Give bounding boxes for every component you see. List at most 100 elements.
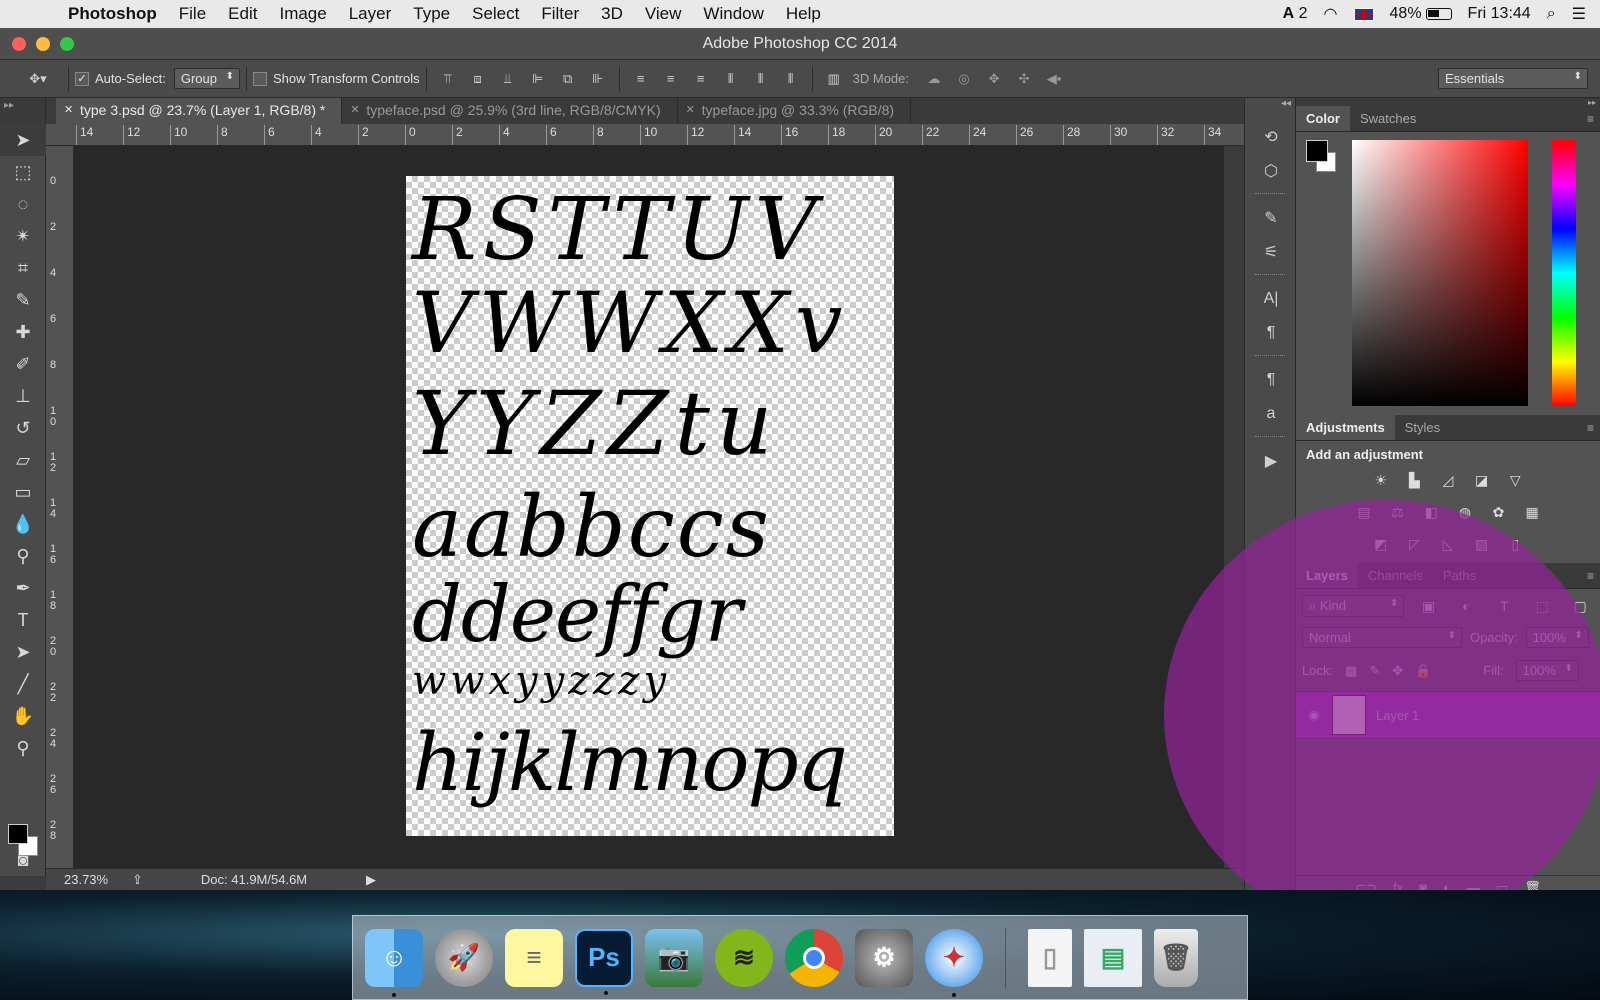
- photo-filter-icon[interactable]: ◍: [1454, 502, 1476, 522]
- clock[interactable]: Fri 13:44: [1468, 5, 1531, 23]
- downloads-stack-icon[interactable]: ▤: [1084, 928, 1142, 987]
- distribute-left-icon[interactable]: ⦀: [720, 69, 742, 89]
- menu-3d[interactable]: 3D: [590, 4, 634, 24]
- share-icon[interactable]: ⇪: [132, 872, 143, 888]
- menu-select[interactable]: Select: [461, 4, 530, 24]
- tab-layers[interactable]: Layers: [1296, 563, 1358, 588]
- close-tab-icon[interactable]: ✕: [64, 103, 73, 116]
- chrome-icon[interactable]: [785, 928, 843, 987]
- hand-tool-icon[interactable]: ✋: [0, 700, 46, 732]
- menu-file[interactable]: File: [168, 4, 217, 24]
- align-top-icon[interactable]: ⫪: [437, 69, 459, 89]
- menu-edit[interactable]: Edit: [217, 4, 268, 24]
- notes-icon[interactable]: ≡: [505, 928, 563, 987]
- lasso-tool-icon[interactable]: ◌: [0, 188, 46, 220]
- character-panel-icon[interactable]: A|: [1245, 282, 1297, 316]
- menu-view[interactable]: View: [634, 4, 693, 24]
- black-white-icon[interactable]: ◧: [1420, 502, 1442, 522]
- layer-filter-dropdown[interactable]: ⌕ Kind: [1302, 595, 1405, 617]
- notification-center-icon[interactable]: ☰: [1572, 4, 1586, 24]
- lock-transparent-icon[interactable]: ▩: [1345, 663, 1357, 679]
- iphoto-icon[interactable]: 📷: [645, 928, 703, 987]
- filter-type-icon[interactable]: T: [1494, 596, 1514, 616]
- levels-icon[interactable]: ▙: [1403, 470, 1425, 490]
- wifi-icon[interactable]: ◠: [1324, 4, 1338, 24]
- blur-tool-icon[interactable]: 💧: [0, 508, 46, 540]
- align-hcenter-icon[interactable]: ⧉: [557, 69, 579, 89]
- marquee-tool-icon[interactable]: ⬚: [0, 156, 46, 188]
- uk-flag-icon[interactable]: [1353, 7, 1374, 21]
- distribute-top-icon[interactable]: ≡: [630, 69, 652, 89]
- panels-collapse-icon[interactable]: ▸▸: [1296, 98, 1600, 107]
- dock-collapse-icon[interactable]: ◂◂: [1245, 98, 1295, 120]
- tab-adjustments[interactable]: Adjustments: [1296, 415, 1395, 440]
- menu-image[interactable]: Image: [268, 4, 337, 24]
- align-right-icon[interactable]: ⊪: [587, 69, 609, 89]
- lock-all-icon[interactable]: 🔒: [1415, 663, 1431, 679]
- panel-menu-icon[interactable]: ≡: [1587, 569, 1594, 583]
- tools-panel-header[interactable]: ▸▸: [0, 98, 46, 124]
- tab-swatches[interactable]: Swatches: [1350, 106, 1426, 131]
- crop-tool-icon[interactable]: ⌗: [0, 252, 46, 284]
- tab-type3-psd[interactable]: ✕ type 3.psd @ 23.7% (Layer 1, RGB/8) *: [56, 98, 343, 124]
- document-icon[interactable]: ▯: [1028, 928, 1072, 987]
- invert-icon[interactable]: ◩: [1370, 534, 1392, 554]
- paragraph-styles-icon[interactable]: ¶: [1245, 363, 1297, 397]
- horizontal-ruler[interactable]: 14 12 10 8 6 4 2 0 2 4 6 8 10 12 14 16 18 20 22 24 26 28 30 32 3…: [56, 124, 1244, 146]
- opacity-field[interactable]: 100%: [1525, 627, 1589, 648]
- transform-controls-checkbox[interactable]: [252, 71, 267, 86]
- battery-status[interactable]: 48%: [1390, 5, 1452, 23]
- document-canvas[interactable]: RSTTUV VWWXXv YYZZtu aabbccs ddeeffgr ww…: [406, 176, 894, 836]
- zoom-level[interactable]: 23.73%: [64, 872, 124, 887]
- menu-help[interactable]: Help: [775, 4, 832, 24]
- character-styles-icon[interactable]: a: [1245, 397, 1297, 431]
- move-tool-preset-icon[interactable]: ✥▾: [18, 69, 58, 89]
- status-menu-arrow-icon[interactable]: ▶: [366, 872, 376, 888]
- spotlight-icon[interactable]: ⌕: [1547, 5, 1556, 23]
- color-picker-field[interactable]: [1352, 140, 1528, 406]
- tab-typeface-jpg[interactable]: ✕ typeface.jpg @ 33.3% (RGB/8): [678, 98, 912, 124]
- menu-app-name[interactable]: Photoshop: [68, 4, 168, 24]
- filter-shape-icon[interactable]: ⬚: [1532, 596, 1552, 616]
- filter-smart-object-icon[interactable]: ▢: [1570, 596, 1590, 616]
- tab-styles[interactable]: Styles: [1395, 415, 1450, 440]
- system-preferences-icon[interactable]: ⚙: [855, 928, 913, 987]
- hue-slider[interactable]: [1552, 140, 1576, 406]
- finder-icon[interactable]: ☺: [365, 928, 423, 997]
- blend-mode-dropdown[interactable]: Normal: [1302, 627, 1462, 648]
- vibrance-icon[interactable]: ▽: [1504, 470, 1526, 490]
- tab-typeface-psd[interactable]: ✕ typeface.psd @ 25.9% (3rd line, RGB/8/C…: [342, 98, 678, 124]
- auto-select-checkbox[interactable]: ✓: [75, 71, 89, 86]
- color-lookup-icon[interactable]: ▦: [1521, 502, 1543, 522]
- history-panel-icon[interactable]: ⟲: [1245, 120, 1297, 154]
- menu-type[interactable]: Type: [402, 4, 461, 24]
- quick-mask-icon[interactable]: ◙: [0, 844, 46, 876]
- color-balance-icon[interactable]: ⚖: [1387, 502, 1409, 522]
- vertical-ruler[interactable]: 0 2 4 6 8 1 0 1 2 1 4 1 6 1 8 2 0 2 2 2 4 2 6 2 8: [46, 146, 74, 868]
- align-bottom-icon[interactable]: ⫫: [497, 69, 519, 89]
- lock-pixels-icon[interactable]: ✎: [1369, 663, 1380, 679]
- trash-icon[interactable]: 🗑: [1154, 928, 1198, 987]
- posterize-icon[interactable]: ◸: [1403, 534, 1425, 554]
- channel-mixer-icon[interactable]: ✿: [1487, 502, 1509, 522]
- lock-position-icon[interactable]: ✥: [1392, 663, 1403, 679]
- gradient-map-icon[interactable]: ▯: [1504, 534, 1526, 554]
- path-selection-tool-icon[interactable]: ➤: [0, 636, 46, 668]
- tab-color[interactable]: Color: [1296, 106, 1350, 131]
- launchpad-icon[interactable]: 🚀: [435, 928, 493, 987]
- auto-align-layers-icon[interactable]: ▥: [823, 69, 845, 89]
- foreground-color-swatch[interactable]: [8, 824, 28, 844]
- distribute-right-icon[interactable]: ⦀: [780, 69, 802, 89]
- brush-panel-icon[interactable]: ✎: [1245, 201, 1297, 235]
- curves-icon[interactable]: ◿: [1437, 470, 1459, 490]
- gradient-tool-icon[interactable]: ▭: [0, 476, 46, 508]
- 3d-scale-icon[interactable]: ◀▪: [1043, 69, 1065, 89]
- close-tab-icon[interactable]: ✕: [686, 103, 695, 116]
- dodge-tool-icon[interactable]: ⚲: [0, 540, 46, 572]
- menu-filter[interactable]: Filter: [530, 4, 590, 24]
- 3d-panel-icon[interactable]: ⬡: [1245, 154, 1297, 188]
- layer-thumbnail[interactable]: [1332, 695, 1366, 735]
- threshold-icon[interactable]: ◺: [1437, 534, 1459, 554]
- move-tool-icon[interactable]: ➤: [0, 124, 46, 156]
- hue-saturation-icon[interactable]: ▤: [1353, 502, 1375, 522]
